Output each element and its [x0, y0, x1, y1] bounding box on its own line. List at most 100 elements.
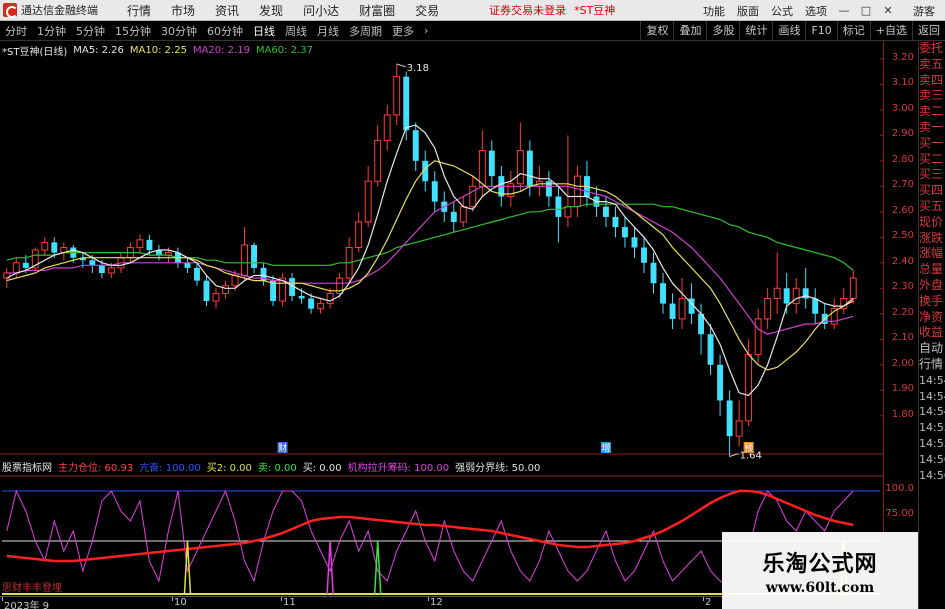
title-right-menus: 功能 版面 公式 选项 — □ ✕ 游客: [697, 0, 945, 21]
event-marker-label: 财: [278, 442, 287, 454]
quote-item: 净资: [919, 309, 944, 324]
minimize-icon[interactable]: —: [833, 0, 855, 21]
menu-ask[interactable]: 问小达: [293, 2, 349, 19]
menu-layout[interactable]: 版面: [731, 3, 765, 19]
kline-chart[interactable]: 3.181.64财增预: [0, 41, 884, 596]
tab-more[interactable]: 更多: [387, 23, 419, 39]
candle-body: [241, 244, 248, 277]
maximize-icon[interactable]: □: [855, 0, 877, 21]
menu-options[interactable]: 选项: [799, 3, 833, 19]
indicator-field: 买: 0.00: [302, 462, 342, 474]
ma-legend: *ST豆神(日线) MA5: 2.26 MA10: 2.25 MA20: 2.1…: [2, 43, 319, 58]
back-button[interactable]: 返回: [912, 21, 945, 41]
quote-item[interactable]: 行情: [919, 357, 945, 373]
candle-body: [792, 287, 800, 305]
candle-body: [22, 262, 29, 268]
quote-item: 换手: [919, 293, 944, 308]
tab-5min[interactable]: 5分钟: [71, 23, 110, 39]
candle-body: [136, 239, 144, 249]
price-tick: 1.80: [891, 408, 914, 420]
stats-button[interactable]: 统计: [739, 21, 772, 41]
indicator-tick: 75.00: [885, 508, 914, 519]
high-label: 3.18: [407, 63, 429, 74]
menu-quotes[interactable]: 行情: [117, 2, 161, 19]
candle-body: [298, 295, 305, 299]
menu-trade[interactable]: 交易: [405, 2, 449, 19]
candle-body: [251, 244, 257, 268]
legend-ma60: MA60: 2.37: [255, 44, 313, 56]
date-label: 2023年 9: [4, 601, 49, 609]
tick-time: 14:56: [919, 452, 945, 466]
f10-button[interactable]: F10: [805, 21, 836, 41]
candle-body: [726, 400, 733, 437]
login-status[interactable]: 证券交易未登录: [489, 2, 566, 18]
price-tick: 2.10: [891, 332, 914, 344]
candle-body: [194, 267, 200, 281]
quote-item: 买五: [919, 198, 944, 213]
candle-body: [184, 262, 191, 268]
candle-body: [478, 150, 486, 187]
tab-weekly[interactable]: 周线: [280, 23, 312, 39]
candle-body: [783, 288, 790, 304]
tab-15min[interactable]: 15分钟: [110, 23, 156, 39]
candle-body: [203, 280, 210, 302]
candle-body: [754, 318, 762, 356]
tab-multi-period[interactable]: 多周期: [344, 23, 387, 39]
quote-item[interactable]: 自动: [919, 341, 945, 357]
title-bar: 通达信金融终端 行情 市场 资讯 发现 问小达 财富圈 交易 证券交易未登录 *…: [0, 0, 945, 21]
indicator-name: 股票指标网: [2, 462, 52, 474]
chevron-right-icon[interactable]: ›: [419, 24, 433, 37]
candle-body: [12, 262, 20, 274]
candle-body: [364, 180, 372, 223]
candle-body: [98, 265, 105, 273]
menu-news[interactable]: 资讯: [205, 2, 249, 19]
candle-body: [326, 292, 334, 305]
stock-name: *ST豆神: [574, 4, 616, 17]
close-icon[interactable]: ✕: [877, 0, 899, 21]
tab-monthly[interactable]: 月线: [312, 23, 344, 39]
legend-ma10: MA10: 2.25: [129, 44, 187, 56]
candle-body: [849, 277, 857, 299]
tab-30min[interactable]: 30分钟: [156, 23, 202, 39]
menu-formula[interactable]: 公式: [765, 3, 799, 19]
tab-daily[interactable]: 日线: [248, 23, 280, 39]
date-tick: [428, 597, 429, 601]
chart-tools: 复权 叠加 多股 统计 画线 F10 标记 +自选 返回: [640, 21, 945, 41]
candle-body: [107, 267, 115, 274]
quote-item: 买一: [919, 135, 944, 150]
indicator-legend: 股票指标网 主力仓位: 60.93 亢奋: 100.00 买2: 0.00 卖: 0.…: [2, 459, 546, 474]
mark-button[interactable]: 标记: [836, 21, 870, 41]
quote-item: 外盘: [919, 277, 944, 292]
candle-body: [317, 303, 325, 310]
date-label: 2: [705, 597, 712, 608]
restore-rights-button[interactable]: 复权: [640, 21, 673, 41]
price-axis: 3.20 3.10 3.00 2.90 2.80 2.70 2.60 2.50 2.40 2.30…: [884, 41, 918, 454]
menu-function[interactable]: 功能: [697, 3, 731, 19]
candle-body: [355, 221, 363, 249]
menu-wealth[interactable]: 财富圈: [349, 2, 405, 19]
quote-item: 委托: [919, 41, 944, 55]
candle-body: [212, 292, 220, 302]
tab-60min[interactable]: 60分钟: [202, 23, 248, 39]
price-tick: 2.70: [891, 179, 914, 191]
menu-market[interactable]: 市场: [161, 2, 205, 19]
candle-body: [764, 297, 772, 320]
event-marker-label: 预: [744, 443, 753, 454]
add-watchlist-button[interactable]: +自选: [869, 21, 912, 41]
candle-body: [717, 364, 724, 401]
quote-side-panel: 委托 卖五 卖四 卖三 卖二 卖一 买一 买二 买三 买四 买五 现价 涨跌 涨幅 总量 外盘 换手 净资 收益 自动…: [918, 41, 945, 609]
multi-stock-button[interactable]: 多股: [706, 21, 739, 41]
candle-body: [516, 150, 524, 185]
candle-body: [146, 239, 153, 251]
candle-body: [41, 241, 49, 251]
menu-discover[interactable]: 发现: [249, 2, 293, 19]
tab-1min[interactable]: 1分钟: [32, 23, 71, 39]
quote-item: 卖一: [919, 119, 944, 134]
overlay-button[interactable]: 叠加: [673, 21, 706, 41]
indicator-field: 机构拉升筹码: 100.00: [347, 462, 450, 474]
tab-intraday[interactable]: 分时: [0, 23, 32, 39]
ma5-line: [6, 124, 854, 397]
user-guest[interactable]: 游客: [899, 3, 945, 19]
quote-item: 总量: [919, 262, 944, 277]
draw-line-button[interactable]: 画线: [772, 21, 805, 41]
